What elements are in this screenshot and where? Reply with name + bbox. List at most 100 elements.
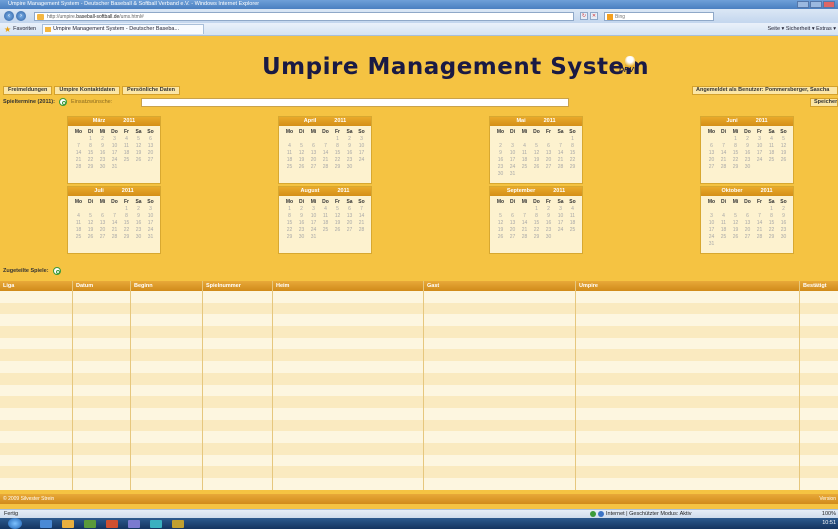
calendar-day[interactable]: 25 bbox=[73, 234, 84, 241]
calendar-day[interactable]: 31 bbox=[145, 234, 156, 241]
table-row[interactable] bbox=[0, 396, 838, 408]
calendar-day[interactable]: 7 bbox=[718, 143, 729, 150]
calendar-day[interactable]: 30 bbox=[543, 234, 554, 241]
refresh-page-icon[interactable]: ↻ bbox=[580, 12, 588, 20]
calendar-day[interactable]: 16 bbox=[543, 220, 554, 227]
calendar-day[interactable]: 1 bbox=[284, 206, 295, 213]
calendar-day[interactable]: 27 bbox=[706, 164, 717, 171]
column-header[interactable]: Umpire bbox=[576, 281, 598, 291]
calendar-day[interactable]: 10 bbox=[507, 150, 518, 157]
calendar-day[interactable]: 7 bbox=[754, 213, 765, 220]
search-input[interactable]: Bing bbox=[604, 11, 714, 21]
calendar-day[interactable]: 28 bbox=[320, 164, 331, 171]
calendar-day[interactable]: 21 bbox=[73, 157, 84, 164]
calendar-day[interactable]: 5 bbox=[778, 136, 789, 143]
tab-umpire-kontaktdaten[interactable]: Umpire Kontaktdaten bbox=[54, 86, 121, 95]
calendar-day[interactable]: 24 bbox=[356, 157, 367, 164]
column-header[interactable]: Spielnummer bbox=[203, 281, 241, 291]
table-row[interactable] bbox=[0, 466, 838, 478]
calendar-day[interactable]: 6 bbox=[706, 143, 717, 150]
calendar-day[interactable]: 9 bbox=[296, 213, 307, 220]
calendar-day[interactable]: 15 bbox=[567, 150, 578, 157]
ie-taskbar-icon[interactable] bbox=[40, 520, 52, 528]
calendar-day[interactable]: 22 bbox=[85, 157, 96, 164]
calendar-day[interactable]: 14 bbox=[73, 150, 84, 157]
calendar-day[interactable]: 11 bbox=[519, 150, 530, 157]
calendar-day[interactable]: 6 bbox=[308, 143, 319, 150]
table-row[interactable] bbox=[0, 361, 838, 373]
calendar-day[interactable]: 5 bbox=[495, 213, 506, 220]
calendar-day[interactable]: 27 bbox=[507, 234, 518, 241]
calendar-day[interactable]: 2 bbox=[495, 143, 506, 150]
calendar-day[interactable]: 15 bbox=[85, 150, 96, 157]
calendar-day[interactable]: 9 bbox=[778, 213, 789, 220]
calendar-day[interactable]: 12 bbox=[778, 143, 789, 150]
calendar-day[interactable]: 13 bbox=[308, 150, 319, 157]
calendar-day[interactable]: 21 bbox=[109, 227, 120, 234]
calendar-day[interactable]: 15 bbox=[730, 150, 741, 157]
calendar-day[interactable]: 10 bbox=[308, 213, 319, 220]
calendar-day[interactable]: 26 bbox=[778, 157, 789, 164]
calendar-day[interactable]: 6 bbox=[145, 136, 156, 143]
calendar-day[interactable]: 20 bbox=[145, 150, 156, 157]
start-button[interactable] bbox=[8, 518, 22, 529]
calendar-day[interactable]: 27 bbox=[742, 234, 753, 241]
column-header[interactable]: Beginn bbox=[131, 281, 153, 291]
calendar-day[interactable]: 18 bbox=[567, 220, 578, 227]
calendar-day[interactable]: 29 bbox=[730, 164, 741, 171]
calendar-day[interactable]: 14 bbox=[754, 220, 765, 227]
calendar-day[interactable]: 23 bbox=[742, 157, 753, 164]
calendar-day[interactable]: 10 bbox=[754, 143, 765, 150]
calendar-day[interactable]: 10 bbox=[145, 213, 156, 220]
calendar-day[interactable]: 1 bbox=[730, 136, 741, 143]
calendar-day[interactable]: 5 bbox=[730, 213, 741, 220]
calendar-day[interactable]: 25 bbox=[567, 227, 578, 234]
table-row[interactable] bbox=[0, 442, 838, 455]
calendar-day[interactable]: 1 bbox=[567, 136, 578, 143]
calendar-day[interactable]: 19 bbox=[495, 227, 506, 234]
calendar-day[interactable]: 24 bbox=[706, 234, 717, 241]
calendar-day[interactable]: 8 bbox=[730, 143, 741, 150]
calendar-day[interactable]: 2 bbox=[296, 206, 307, 213]
calendar-day[interactable]: 9 bbox=[543, 213, 554, 220]
calendar-day[interactable]: 16 bbox=[495, 157, 506, 164]
calendar-day[interactable]: 20 bbox=[706, 157, 717, 164]
calendar-day[interactable]: 23 bbox=[97, 157, 108, 164]
column-header[interactable]: Datum bbox=[73, 281, 93, 291]
calendar-day[interactable]: 6 bbox=[97, 213, 108, 220]
calendar-day[interactable]: 24 bbox=[145, 227, 156, 234]
calendar-day[interactable]: 31 bbox=[308, 234, 319, 241]
zoom-level[interactable]: 100% bbox=[822, 510, 836, 518]
calendar-day[interactable]: 10 bbox=[555, 213, 566, 220]
calendar-day[interactable]: 3 bbox=[308, 206, 319, 213]
calendar-day[interactable]: 8 bbox=[332, 143, 343, 150]
calendar-day[interactable]: 27 bbox=[543, 164, 554, 171]
calendar-day[interactable]: 28 bbox=[754, 234, 765, 241]
calendar-day[interactable]: 23 bbox=[296, 227, 307, 234]
favorites-star-icon[interactable]: ★ bbox=[4, 25, 11, 34]
calendar-day[interactable]: 13 bbox=[344, 213, 355, 220]
browser-tab[interactable]: Umpire Management System - Deutscher Bas… bbox=[42, 24, 205, 34]
calendar-day[interactable]: 9 bbox=[97, 143, 108, 150]
security-zone[interactable]: Internet | Geschützter Modus: Aktiv bbox=[586, 510, 692, 518]
calendar-day[interactable]: 20 bbox=[742, 227, 753, 234]
calendar-day[interactable]: 24 bbox=[308, 227, 319, 234]
calendar-day[interactable]: 7 bbox=[109, 213, 120, 220]
column-header[interactable]: Gast bbox=[424, 281, 439, 291]
table-row[interactable] bbox=[0, 291, 838, 303]
calendar-day[interactable]: 22 bbox=[284, 227, 295, 234]
calendar-day[interactable]: 30 bbox=[495, 171, 506, 178]
url-field[interactable]: http://umpire.baseball-softball.de/ums.h… bbox=[34, 11, 574, 21]
calendar-day[interactable]: 11 bbox=[320, 213, 331, 220]
calendar-day[interactable]: 17 bbox=[754, 150, 765, 157]
calendar-day[interactable]: 6 bbox=[742, 213, 753, 220]
calendar-day[interactable]: 14 bbox=[555, 150, 566, 157]
calendar-day[interactable]: 9 bbox=[495, 150, 506, 157]
calendar-day[interactable]: 4 bbox=[519, 143, 530, 150]
table-row[interactable] bbox=[0, 337, 838, 350]
calendar-day[interactable]: 17 bbox=[507, 157, 518, 164]
calendar-day[interactable]: 15 bbox=[531, 220, 542, 227]
calendar-day[interactable]: 25 bbox=[121, 157, 132, 164]
calendar-day[interactable]: 22 bbox=[121, 227, 132, 234]
calendar-day[interactable]: 23 bbox=[778, 227, 789, 234]
